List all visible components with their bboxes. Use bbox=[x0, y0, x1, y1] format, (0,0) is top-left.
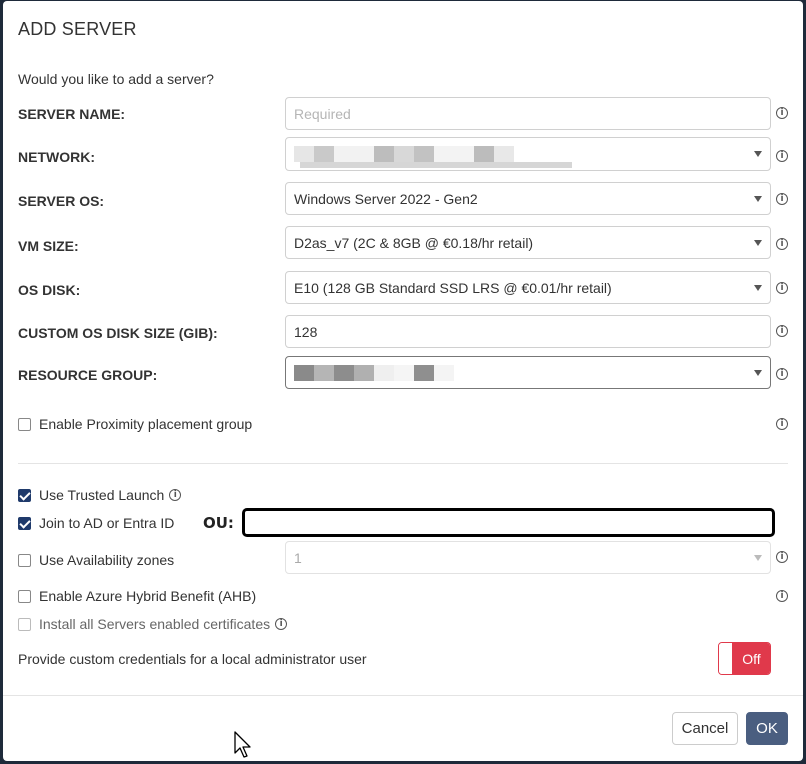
footer-divider bbox=[3, 695, 803, 696]
custom-credentials-label: Provide custom credentials for a local a… bbox=[18, 651, 367, 667]
vm-size-label: VM SIZE: bbox=[18, 238, 79, 254]
availability-zone-select: 1 bbox=[285, 541, 771, 574]
chevron-down-icon bbox=[754, 151, 762, 157]
resource-group-select[interactable] bbox=[285, 356, 771, 389]
toggle-state-label: Off bbox=[733, 643, 770, 674]
toggle-knob bbox=[719, 643, 733, 674]
network-info-icon[interactable]: i bbox=[776, 150, 788, 162]
certificates-info-icon[interactable]: i bbox=[275, 618, 288, 630]
server-os-value: Windows Server 2022 - Gen2 bbox=[294, 190, 478, 207]
proximity-option[interactable]: Enable Proximity placement group bbox=[18, 416, 252, 432]
os-disk-value: E10 (128 GB Standard SSD LRS @ €0.01/hr … bbox=[294, 279, 612, 296]
custom-credentials-toggle[interactable]: Off bbox=[718, 642, 771, 675]
certificates-label: Install all Servers enabled certificates bbox=[39, 616, 271, 632]
server-os-label: SERVER OS: bbox=[18, 193, 105, 209]
chevron-down-icon bbox=[754, 369, 762, 376]
ahb-checkbox[interactable] bbox=[18, 589, 31, 603]
chevron-down-icon bbox=[754, 554, 762, 561]
section-divider bbox=[18, 463, 788, 464]
server-os-info-icon[interactable]: i bbox=[776, 193, 788, 205]
mouse-cursor-icon bbox=[234, 731, 251, 758]
custom-disk-size-field[interactable]: 128 bbox=[285, 315, 771, 348]
resource-group-redacted-value bbox=[294, 357, 454, 388]
trusted-launch-info-icon[interactable]: i bbox=[169, 489, 182, 501]
add-server-dialog: ADD SERVER Would you like to add a serve… bbox=[3, 1, 803, 761]
ok-button[interactable]: OK bbox=[746, 712, 788, 745]
availability-zones-info-icon[interactable]: i bbox=[776, 551, 788, 563]
availability-zones-checkbox[interactable] bbox=[18, 553, 31, 567]
ahb-label: Enable Azure Hybrid Benefit (AHB) bbox=[39, 588, 257, 604]
ou-input[interactable] bbox=[242, 508, 775, 537]
server-name-label: SERVER NAME: bbox=[18, 106, 126, 122]
chevron-down-icon bbox=[754, 239, 762, 246]
chevron-down-icon bbox=[754, 284, 762, 291]
network-select[interactable] bbox=[285, 137, 771, 171]
ahb-option[interactable]: Enable Azure Hybrid Benefit (AHB) bbox=[18, 588, 256, 604]
ahb-info-icon[interactable]: i bbox=[776, 590, 788, 602]
os-disk-select[interactable]: E10 (128 GB Standard SSD LRS @ €0.01/hr … bbox=[285, 271, 771, 304]
vm-size-value: D2as_v7 (2C & 8GB @ €0.18/hr retail) bbox=[294, 234, 534, 251]
resource-group-info-icon[interactable]: i bbox=[776, 368, 788, 380]
proximity-checkbox[interactable] bbox=[18, 417, 31, 431]
join-ad-label: Join to AD or Entra ID bbox=[39, 515, 175, 531]
join-ad-option[interactable]: Join to AD or Entra ID bbox=[18, 515, 174, 531]
availability-zone-value: 1 bbox=[294, 549, 302, 566]
network-redacted-underline bbox=[300, 162, 572, 168]
proximity-label: Enable Proximity placement group bbox=[39, 416, 253, 432]
cancel-button[interactable]: Cancel bbox=[672, 712, 738, 745]
resource-group-label: RESOURCE GROUP: bbox=[18, 367, 158, 383]
custom-disk-size-label: CUSTOM OS DISK SIZE (GIB): bbox=[18, 325, 218, 341]
trusted-launch-option[interactable]: Use Trusted Launch i bbox=[18, 487, 182, 503]
server-name-info-icon[interactable]: i bbox=[776, 107, 788, 119]
trusted-launch-checkbox[interactable] bbox=[18, 488, 31, 502]
vm-size-info-icon[interactable]: i bbox=[776, 238, 788, 250]
ou-label: OU: bbox=[203, 514, 234, 532]
availability-zones-label: Use Availability zones bbox=[39, 552, 175, 568]
proximity-info-icon[interactable]: i bbox=[776, 418, 788, 430]
server-name-input[interactable] bbox=[294, 105, 762, 122]
dialog-intro: Would you like to add a server? bbox=[18, 71, 214, 87]
chevron-down-icon bbox=[754, 195, 762, 202]
custom-credentials-row: Provide custom credentials for a local a… bbox=[18, 651, 367, 667]
availability-zones-option[interactable]: Use Availability zones bbox=[18, 552, 174, 568]
network-label: NETWORK: bbox=[18, 149, 95, 165]
trusted-launch-label: Use Trusted Launch bbox=[39, 487, 165, 503]
join-ad-checkbox[interactable] bbox=[18, 516, 31, 530]
custom-disk-size-info-icon[interactable]: i bbox=[776, 325, 788, 337]
vm-size-select[interactable]: D2as_v7 (2C & 8GB @ €0.18/hr retail) bbox=[285, 226, 771, 259]
server-os-select[interactable]: Windows Server 2022 - Gen2 bbox=[285, 182, 771, 215]
dialog-title: ADD SERVER bbox=[18, 19, 137, 39]
certificates-option: Install all Servers enabled certificates… bbox=[18, 616, 288, 632]
os-disk-info-icon[interactable]: i bbox=[776, 282, 788, 294]
server-name-field[interactable] bbox=[285, 97, 771, 130]
custom-disk-size-value: 128 bbox=[294, 323, 318, 340]
os-disk-label: OS DISK: bbox=[18, 282, 81, 298]
certificates-checkbox bbox=[18, 617, 31, 631]
